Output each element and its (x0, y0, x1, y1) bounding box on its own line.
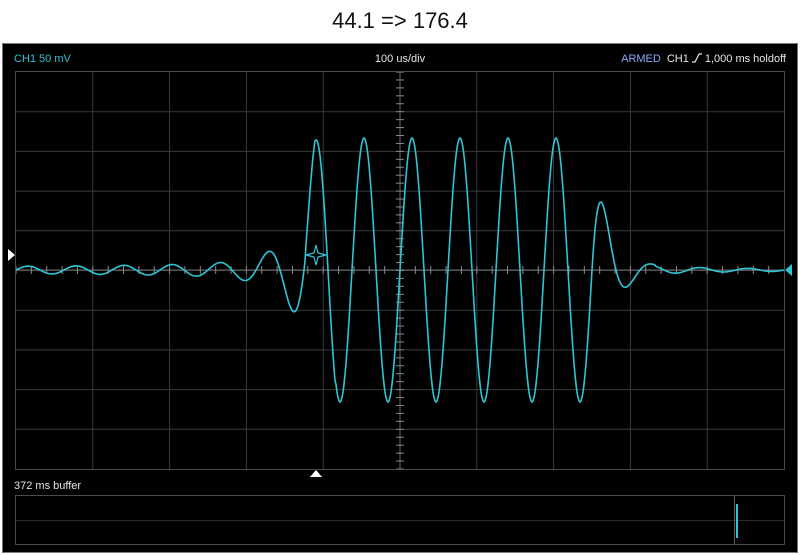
buffer-window-marker (734, 496, 735, 544)
right-triangle-icon[interactable] (785, 264, 792, 276)
buffer-centerline (16, 520, 784, 521)
armed-status: ARMED (621, 53, 661, 65)
up-triangle-icon[interactable] (310, 470, 322, 477)
buffer-overview[interactable] (15, 495, 785, 545)
buffer-label: 372 ms buffer (14, 480, 82, 492)
trigger-channel: CH1 (666, 53, 689, 65)
buffer-trace-marker (736, 504, 738, 538)
trigger-status[interactable]: ARMED CH1 1,000 ms holdoff (621, 53, 786, 66)
rising-edge-icon (691, 53, 702, 63)
holdoff-label: 1,000 ms holdoff (704, 53, 786, 65)
left-triangle-icon[interactable] (8, 249, 15, 261)
page-title: 44.1 => 176.4 (332, 8, 468, 33)
scope-display[interactable] (15, 71, 785, 470)
